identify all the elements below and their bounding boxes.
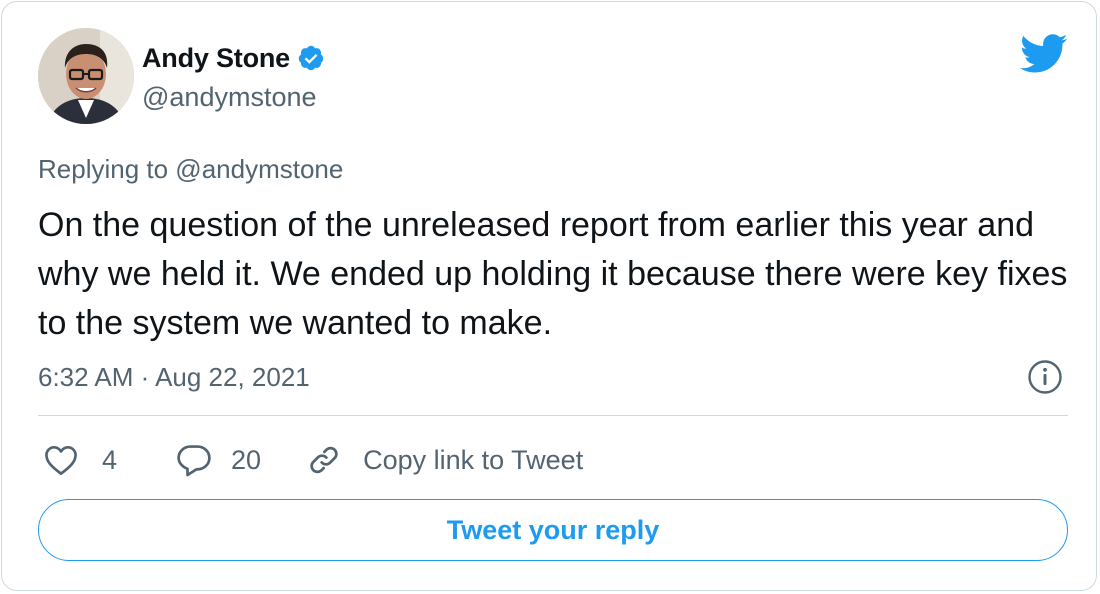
- verified-badge-icon: [297, 44, 325, 72]
- copy-link-label: Copy link to Tweet: [363, 444, 584, 475]
- tweet-your-reply-button[interactable]: Tweet your reply: [38, 499, 1068, 561]
- heart-icon: [42, 441, 80, 479]
- link-icon: [305, 441, 343, 479]
- tweet-card: Andy Stone @andymstone Replying to @andy…: [1, 1, 1097, 591]
- tweet-timestamp[interactable]: 6:32 AM · Aug 22, 2021: [38, 362, 310, 393]
- divider: [38, 415, 1068, 416]
- reply-button[interactable]: 20: [175, 441, 261, 479]
- twitter-bird-icon[interactable]: [1020, 34, 1068, 74]
- author-name-row[interactable]: Andy Stone: [142, 40, 325, 76]
- info-icon[interactable]: [1027, 359, 1063, 395]
- avatar[interactable]: [38, 28, 134, 124]
- replying-to-text: Replying to @andymstone: [38, 154, 344, 184]
- author-handle[interactable]: @andymstone: [142, 82, 317, 113]
- copy-link-button[interactable]: Copy link to Tweet: [305, 441, 583, 479]
- like-count: 4: [102, 444, 118, 475]
- like-button[interactable]: 4: [42, 441, 117, 479]
- tweet-text: On the question of the unreleased report…: [38, 206, 1068, 342]
- reply-count: 20: [231, 444, 262, 475]
- display-name[interactable]: Andy Stone: [142, 43, 290, 74]
- speech-bubble-icon: [175, 441, 213, 479]
- tweet-actions: 4 20 Copy link to Tweet: [38, 438, 583, 482]
- avatar-photo: [38, 28, 134, 124]
